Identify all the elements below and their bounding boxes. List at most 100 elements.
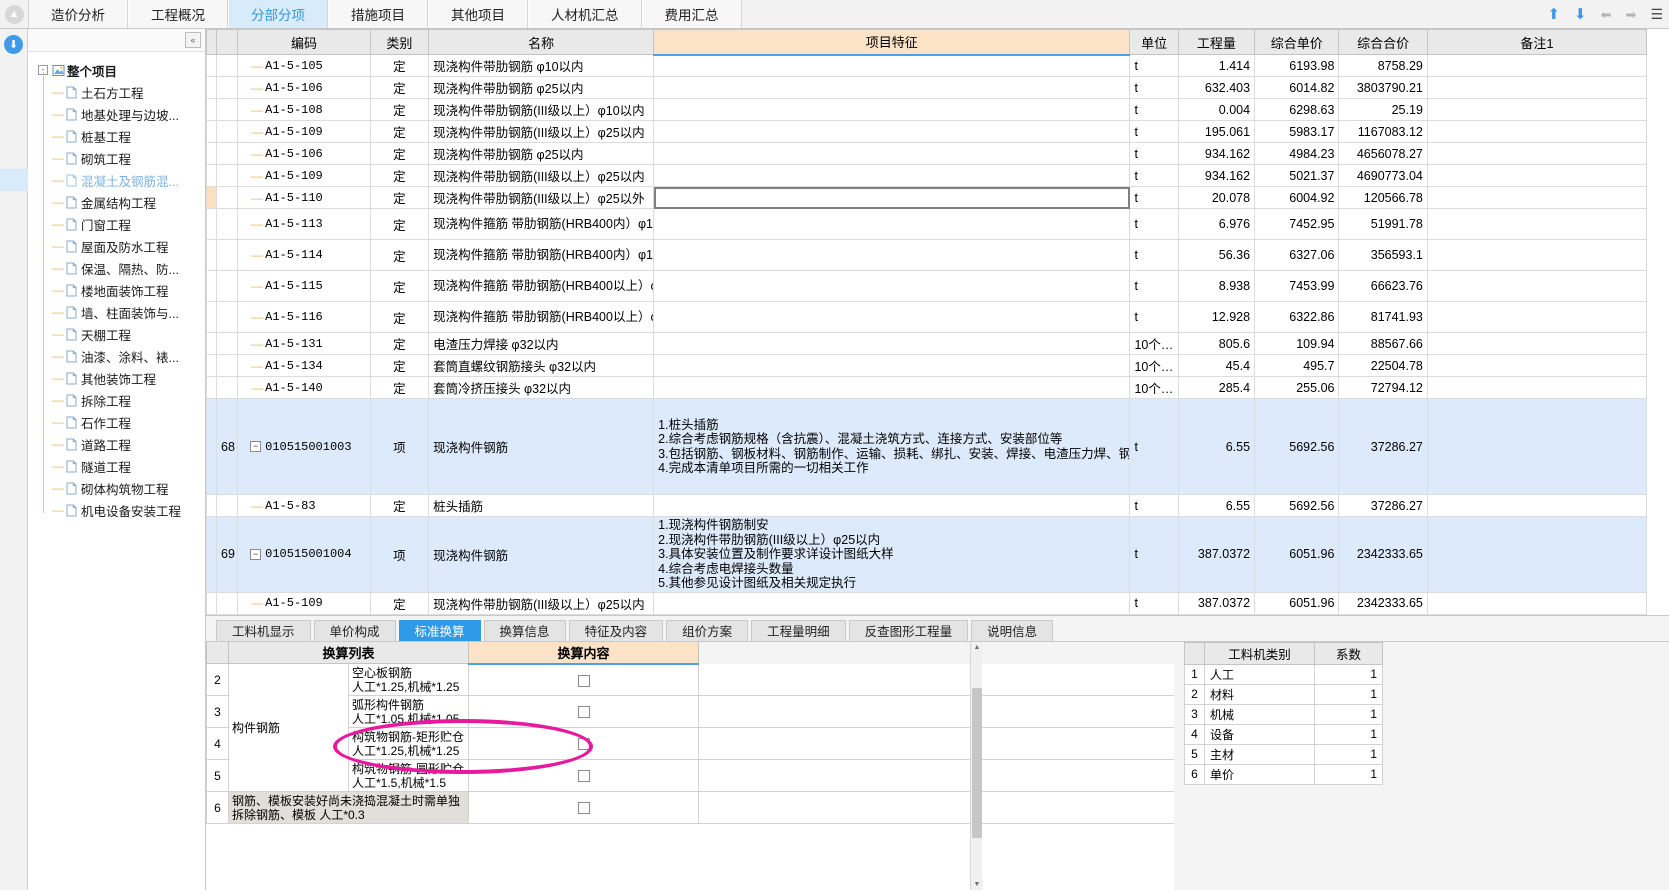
row-feature[interactable] [653, 98, 1131, 121]
row-note[interactable] [1426, 208, 1648, 240]
tree-collapse-button[interactable]: « [185, 32, 201, 48]
conv-row-checkbox-cell[interactable] [468, 695, 699, 728]
row-feature-editing[interactable] [653, 186, 1131, 209]
tree-node-root[interactable]: - 整个项目 [34, 59, 205, 81]
row-feature[interactable]: 1.现浇构件钢筋制安 2.现浇构件带肋钢筋(III级以上）φ25以内 3.具体安装位… [653, 516, 1131, 593]
conv-row-checkbox-cell[interactable] [468, 759, 699, 792]
row-code-cell[interactable]: — A1-5-83 [237, 494, 371, 517]
tab-danjia-goucheng[interactable]: 单价构成 [313, 619, 396, 641]
row-feature[interactable]: 1.桩头插筋 2.综合考虑钢筋规格（含抗震）、混凝土浇筑方式、连接方式、安装部位等… [653, 398, 1131, 495]
conv-row-checkbox-cell[interactable] [468, 727, 699, 760]
row-note[interactable] [1426, 142, 1648, 165]
row-feature[interactable] [653, 142, 1131, 165]
tab-gongliaoji-xianshi[interactable]: 工料机显示 [216, 619, 311, 641]
row-code-cell[interactable]: — A1-5-108 [237, 98, 371, 121]
arrow-down-icon[interactable]: ⬇ [1574, 7, 1587, 22]
table-row[interactable]: — A1-5-106 定 现浇构件带肋钢筋 φ25以内 t 632.403 601… [206, 76, 1648, 99]
tab-shuoming-xinxi[interactable]: 说明信息 [971, 619, 1054, 641]
tree-node-jidian[interactable]: — 机电设备安装工程 [34, 499, 205, 521]
tab-zaojia-fenxi[interactable]: 造价分析 [28, 0, 128, 28]
tree-node-qizhu[interactable]: — 砌筑工程 [34, 147, 205, 169]
tree-node-qitazhuangshi[interactable]: — 其他装饰工程 [34, 367, 205, 389]
cat-row-coef[interactable]: 1 [1314, 703, 1383, 725]
cat-row[interactable]: 4 设备 1 [1184, 723, 1383, 745]
tree-node-baowen[interactable]: — 保温、隔热、防... [34, 257, 205, 279]
collapse-expander-icon[interactable]: − [250, 441, 262, 452]
conversion-row[interactable]: 2 构件钢筋 空心板钢筋 人工*1.25,机械*1.25 [206, 663, 1174, 792]
row-feature[interactable] [653, 164, 1131, 187]
download-icon[interactable]: ⬇ [4, 35, 23, 54]
scroll-up-icon[interactable]: ▲ [971, 641, 983, 654]
tree-node-loudimian[interactable]: — 楼地面装饰工程 [34, 279, 205, 301]
tree-node-zhuangji[interactable]: — 桩基工程 [34, 125, 205, 147]
row-code-cell[interactable]: — A1-5-116 [237, 301, 371, 333]
table-row[interactable]: — A1-5-131 定 电渣压力焊接 φ32以内 10个… 805.6 109.… [206, 332, 1648, 355]
row-feature[interactable] [653, 592, 1131, 615]
row-code-cell[interactable]: −010515001003 [237, 398, 371, 495]
menu-icon[interactable]: ☰ [1650, 7, 1663, 21]
row-note[interactable] [1426, 354, 1648, 377]
row-note[interactable] [1426, 186, 1648, 209]
cat-row[interactable]: 6 单价 1 [1184, 763, 1383, 785]
tab-rencaiji-huizong[interactable]: 人材机汇总 [528, 0, 642, 28]
row-feature[interactable] [653, 494, 1131, 517]
tree-node-suidao[interactable]: — 隧道工程 [34, 455, 205, 477]
table-row[interactable]: — A1-5-83 定 桩头插筋 t 6.55 5692.56 37286.27 [206, 494, 1648, 517]
cat-row[interactable]: 2 材料 1 [1184, 683, 1383, 705]
tree-node-menchuang[interactable]: — 门窗工程 [34, 213, 205, 235]
tab-tezheng-jineirong[interactable]: 特征及内容 [568, 619, 664, 641]
cat-row-coef[interactable]: 1 [1314, 723, 1383, 745]
row-note[interactable] [1426, 301, 1648, 333]
tree-node-tianpeng[interactable]: — 天棚工程 [34, 323, 205, 345]
header-quantity[interactable]: 工程量 [1177, 29, 1256, 55]
table-row[interactable]: — A1-5-109 定 现浇构件带肋钢筋(III级以上）φ25以内 t 195.… [206, 120, 1648, 143]
row-code-cell[interactable]: — A1-5-110 [237, 186, 371, 209]
tree-node-qiangzhumian[interactable]: — 墙、柱面装饰与... [34, 301, 205, 323]
row-note[interactable] [1426, 270, 1648, 302]
cat-row[interactable]: 1 人工 1 [1184, 663, 1383, 685]
row-code-cell[interactable]: — A1-5-131 [237, 332, 371, 355]
ribbon-collapse-button[interactable]: ▲ [0, 0, 28, 28]
tab-gongchengliang-mingxi[interactable]: 工程量明细 [751, 619, 846, 641]
row-code-cell[interactable]: — A1-5-134 [237, 354, 371, 377]
table-row[interactable]: — A1-5-140 定 套筒冷挤压接头 φ32以内 10个… 285.4 255… [206, 376, 1648, 399]
row-code-cell[interactable]: — A1-5-109 [237, 120, 371, 143]
row-note[interactable] [1426, 164, 1648, 187]
table-row[interactable]: — A1-5-109 定 现浇构件带肋钢筋(III级以上）φ25以内 t 387.… [206, 592, 1648, 615]
cat-row-coef[interactable]: 1 [1314, 763, 1383, 785]
row-note[interactable] [1426, 332, 1648, 355]
tree-node-dijichuli[interactable]: — 地基处理与边坡... [34, 103, 205, 125]
tab-biaozhun-huansuan[interactable]: 标准换算 [398, 619, 481, 641]
arrow-left-icon[interactable]: ⬅ [1601, 8, 1612, 21]
header-name[interactable]: 名称 [428, 29, 655, 55]
conversion-row[interactable]: 6 钢筋、模板安装好尚未浇捣混凝土时需单独 拆除钢筋、模板 人工*0.3 [206, 791, 1174, 824]
row-feature[interactable] [653, 376, 1131, 399]
tree-node-qitigouzhu[interactable]: — 砌体构筑物工程 [34, 477, 205, 499]
row-feature[interactable] [653, 332, 1131, 355]
header-total-price[interactable]: 综合合价 [1338, 29, 1428, 55]
tab-huansuan-xinxi[interactable]: 换算信息 [483, 619, 566, 641]
tree-node-youqi[interactable]: — 油漆、涂料、裱... [34, 345, 205, 367]
table-row[interactable]: — A1-5-109 定 现浇构件带肋钢筋(III级以上）φ25以内 t 934.… [206, 164, 1648, 187]
header-unit-price[interactable]: 综合单价 [1254, 29, 1340, 55]
table-row-highlighted[interactable]: 68 −010515001003 项 现浇构件钢筋 1.桩头插筋 2.综合考虑钢筋… [206, 398, 1648, 495]
header-unit[interactable]: 单位 [1129, 29, 1179, 55]
conv-row-checkbox-cell[interactable] [468, 663, 699, 696]
tree-node-hunningtu[interactable]: — 混凝土及钢筋混... [34, 169, 205, 191]
row-note[interactable] [1426, 120, 1648, 143]
arrow-right-icon[interactable]: ➡ [1626, 8, 1637, 21]
row-note[interactable] [1426, 76, 1648, 99]
row-code-cell[interactable]: — A1-5-114 [237, 239, 371, 271]
row-feature[interactable] [653, 208, 1131, 240]
tab-gongcheng-gaikuang[interactable]: 工程概况 [128, 0, 228, 28]
row-feature[interactable] [653, 354, 1131, 377]
row-feature[interactable] [653, 76, 1131, 99]
row-feature[interactable] [653, 301, 1131, 333]
row-code-cell[interactable]: — A1-5-106 [237, 142, 371, 165]
cat-row[interactable]: 5 主材 1 [1184, 743, 1383, 765]
collapse-expander-icon[interactable]: − [250, 548, 262, 560]
table-row[interactable]: — A1-5-106 定 现浇构件带肋钢筋 φ25以内 t 934.162 498… [206, 142, 1648, 165]
tree-node-jinshu[interactable]: — 金属结构工程 [34, 191, 205, 213]
row-note[interactable] [1426, 98, 1648, 121]
tree-node-tushifang[interactable]: — 土石方工程 [34, 81, 205, 103]
